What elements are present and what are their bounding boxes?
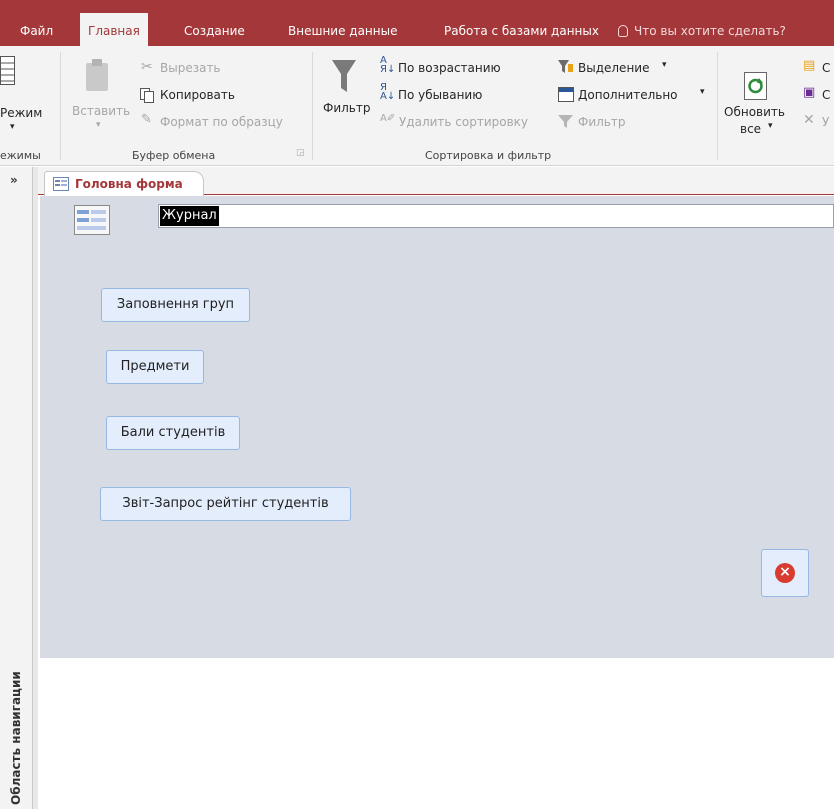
student-scores-button[interactable]: Бали студентів: [106, 416, 240, 450]
fill-groups-button[interactable]: Заповнення груп: [101, 288, 250, 322]
toggle-filter-label: Фильтр: [578, 115, 626, 129]
new-record-icon: ▤: [803, 58, 816, 73]
clipboard-icon: [86, 59, 108, 91]
copy-icon: [140, 88, 154, 103]
sort-ascending-icon: А Я↓: [380, 55, 396, 75]
funnel-icon: [332, 60, 356, 92]
close-form-button[interactable]: ×: [761, 549, 809, 597]
sort-ascending-label: По возрастанию: [398, 61, 501, 75]
views-group-label: ежимы: [0, 149, 41, 162]
tell-me-text: Что вы хотите сделать?: [634, 24, 786, 38]
group-divider: [60, 52, 61, 160]
paintbrush-icon: ✎: [141, 112, 152, 127]
chevron-down-icon: ▾: [700, 87, 705, 97]
chevron-down-icon: ▾: [768, 121, 773, 131]
advanced-filter-icon: [558, 87, 574, 102]
view-mode-label: Режим: [0, 106, 43, 120]
cut-label: Вырезать: [160, 61, 221, 75]
format-painter-label: Формат по образцу: [160, 115, 283, 129]
tab-database-tools[interactable]: Работа с базами данных: [436, 17, 607, 46]
tab-main-form[interactable]: Головна форма: [44, 171, 204, 196]
save-record-label: С: [822, 88, 831, 102]
chevron-down-icon: ▾: [96, 120, 101, 130]
paste-label: Вставить: [72, 104, 131, 118]
refresh-all-label-line2: все: [740, 122, 762, 136]
tab-main-form-label: Головна форма: [75, 177, 183, 191]
group-divider: [312, 52, 313, 160]
document-tab-strip: Головна форма: [38, 167, 834, 196]
datasheet-view-icon: [0, 56, 15, 85]
close-circle-icon: ×: [775, 563, 795, 583]
tab-home[interactable]: Главная: [80, 13, 148, 46]
nav-pane-border: [32, 167, 38, 809]
dialog-launcher-icon[interactable]: ◲: [296, 148, 305, 158]
refresh-icon: [744, 72, 767, 100]
chevron-down-icon: ▾: [662, 60, 667, 70]
scissors-icon: ✂: [141, 59, 153, 75]
form-title-field[interactable]: [158, 204, 834, 228]
sort-descending-label: По убыванию: [398, 88, 483, 102]
delete-record-label: У: [822, 115, 830, 129]
subjects-button[interactable]: Предмети: [106, 350, 204, 384]
tab-external-data[interactable]: Внешние данные: [280, 17, 405, 46]
form-logo-icon: [74, 205, 110, 235]
remove-sort-label: Удалить сортировку: [399, 115, 529, 129]
form-icon: [53, 177, 69, 191]
nav-pane-label[interactable]: Область навигации: [9, 671, 23, 805]
remove-sort-icon: А✐: [380, 113, 396, 124]
clipboard-group-label: Буфер обмена: [132, 149, 216, 162]
form-title-text[interactable]: Журнал: [160, 206, 219, 226]
refresh-all-label-line1: Обновить: [724, 105, 785, 119]
toggle-filter-icon: [558, 115, 573, 128]
sort-descending-icon: Я А↓: [380, 82, 396, 102]
group-divider: [717, 52, 718, 160]
tab-file[interactable]: Файл: [12, 17, 61, 46]
tell-me-search[interactable]: Что вы хотите сделать?: [618, 17, 786, 46]
delete-icon: ✕: [803, 112, 815, 128]
nav-pane-toggle[interactable]: »: [10, 173, 18, 187]
ribbon-tab-bar: Файл Главная Создание Внешние данные Раб…: [0, 0, 834, 46]
advanced-filter-label: Дополнительно: [578, 88, 678, 102]
selection-filter-icon: [558, 60, 573, 73]
student-rating-report-button[interactable]: Звіт-Запрос рейтінг студентів: [100, 487, 351, 521]
selection-label: Выделение: [578, 61, 650, 75]
filter-label: Фильтр: [323, 101, 371, 115]
copy-label: Копировать: [160, 88, 235, 102]
ribbon: Режим ▾ ежимы Вставить ▾ ✂ Вырезать Копи…: [0, 46, 834, 166]
new-record-label: С: [822, 61, 831, 75]
save-icon: ▣: [803, 85, 816, 100]
chevron-down-icon: ▾: [10, 122, 15, 132]
lightbulb-icon: [618, 25, 628, 37]
tab-create[interactable]: Создание: [176, 17, 253, 46]
sort-filter-group-label: Сортировка и фильтр: [425, 149, 552, 162]
